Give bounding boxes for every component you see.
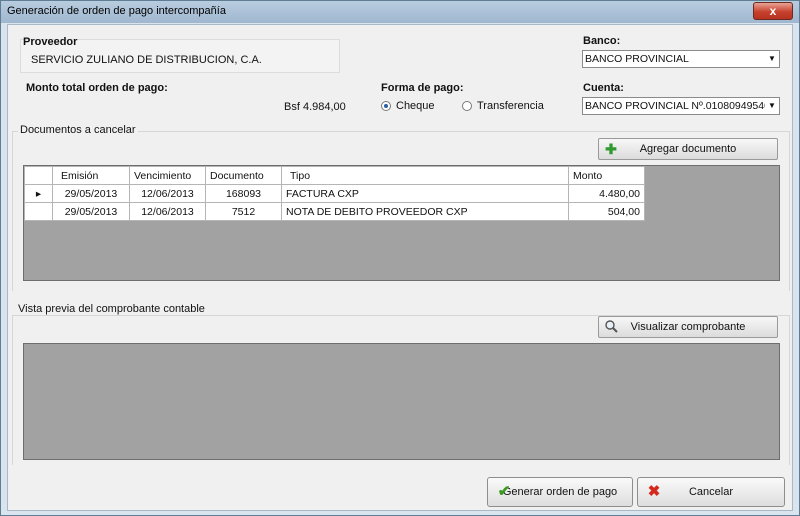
banco-select-value: BANCO PROVINCIAL bbox=[585, 53, 689, 65]
chevron-down-icon[interactable]: ▼ bbox=[765, 51, 779, 67]
vista-previa-group-label: Vista previa del comprobante contable bbox=[18, 303, 205, 315]
cell-tipo[interactable]: FACTURA CXP bbox=[281, 184, 569, 203]
monto-label: Monto total orden de pago: bbox=[26, 82, 168, 94]
cell-vencimiento[interactable]: 12/06/2013 bbox=[129, 184, 206, 203]
forma-pago-label: Forma de pago: bbox=[381, 82, 464, 94]
generate-order-label: Generar orden de pago bbox=[502, 486, 618, 498]
cell-tipo[interactable]: NOTA DE DEBITO PROVEEDOR CXP bbox=[281, 202, 569, 221]
banco-label: Banco: bbox=[583, 35, 621, 47]
radio-transferencia-label[interactable]: Transferencia bbox=[477, 100, 544, 112]
cuenta-select-value: BANCO PROVINCIAL Nº.0108094954010006 bbox=[585, 100, 780, 112]
banco-select[interactable]: BANCO PROVINCIAL ▼ bbox=[582, 50, 780, 68]
voucher-preview-area bbox=[23, 343, 780, 460]
title-bar: Generación de orden de pago intercompañí… bbox=[1, 1, 799, 23]
cell-vencimiento[interactable]: 12/06/2013 bbox=[129, 202, 206, 221]
dialog-body: Proveedor SERVICIO ZULIANO DE DISTRIBUCI… bbox=[7, 24, 793, 511]
radio-transferencia[interactable] bbox=[462, 101, 472, 111]
window-title: Generación de orden de pago intercompañí… bbox=[7, 5, 226, 17]
proveedor-value: SERVICIO ZULIANO DE DISTRIBUCION, C.A. bbox=[31, 54, 262, 66]
checkmark-icon: ✔ bbox=[497, 483, 511, 500]
radio-cheque-label[interactable]: Cheque bbox=[396, 100, 435, 112]
column-header-emision[interactable]: Emisión bbox=[52, 166, 130, 185]
cuenta-select[interactable]: BANCO PROVINCIAL Nº.0108094954010006 ▼ bbox=[582, 97, 780, 115]
magnifier-icon bbox=[603, 319, 619, 335]
x-icon: ✖ bbox=[647, 483, 661, 500]
view-voucher-label: Visualizar comprobante bbox=[630, 321, 746, 333]
documentos-group-label: Documentos a cancelar bbox=[18, 124, 138, 136]
chevron-down-icon[interactable]: ▼ bbox=[765, 98, 779, 114]
cancel-button[interactable]: ✖ Cancelar bbox=[637, 477, 785, 507]
row-selector-header bbox=[24, 166, 53, 185]
column-header-monto[interactable]: Monto bbox=[568, 166, 645, 185]
documents-grid[interactable]: Emisión Vencimiento Documento Tipo Monto… bbox=[23, 165, 780, 281]
cell-documento[interactable]: 7512 bbox=[205, 202, 282, 221]
documents-table: Emisión Vencimiento Documento Tipo Monto… bbox=[24, 166, 645, 221]
column-header-documento[interactable]: Documento bbox=[205, 166, 282, 185]
column-header-vencimiento[interactable]: Vencimiento bbox=[129, 166, 206, 185]
plus-icon: ✚ bbox=[605, 141, 617, 157]
view-voucher-button[interactable]: Visualizar comprobante bbox=[598, 316, 778, 338]
row-pointer-icon: ▸ bbox=[24, 184, 53, 203]
payment-order-window: Generación de orden de pago intercompañí… bbox=[0, 0, 800, 516]
radio-cheque[interactable] bbox=[381, 101, 391, 111]
close-button[interactable]: x bbox=[753, 2, 793, 20]
column-header-tipo[interactable]: Tipo bbox=[281, 166, 569, 185]
cuenta-label: Cuenta: bbox=[583, 82, 624, 94]
row-selector[interactable] bbox=[24, 202, 53, 221]
table-row[interactable]: ▸ 29/05/2013 12/06/2013 168093 FACTURA C… bbox=[24, 184, 645, 203]
monto-value: Bsf 4.984,00 bbox=[284, 101, 346, 113]
cell-emision[interactable]: 29/05/2013 bbox=[52, 184, 130, 203]
cell-monto[interactable]: 504,00 bbox=[568, 202, 645, 221]
cell-emision[interactable]: 29/05/2013 bbox=[52, 202, 130, 221]
generate-order-button[interactable]: ✔ Generar orden de pago bbox=[487, 477, 633, 507]
table-header-row: Emisión Vencimiento Documento Tipo Monto bbox=[24, 166, 645, 185]
cell-monto[interactable]: 4.480,00 bbox=[568, 184, 645, 203]
add-document-label: Agregar documento bbox=[639, 143, 737, 155]
proveedor-box: Proveedor SERVICIO ZULIANO DE DISTRIBUCI… bbox=[20, 36, 340, 73]
cell-documento[interactable]: 168093 bbox=[205, 184, 282, 203]
table-row[interactable]: 29/05/2013 12/06/2013 7512 NOTA DE DEBIT… bbox=[24, 202, 645, 221]
add-document-button[interactable]: ✚ Agregar documento bbox=[598, 138, 778, 160]
proveedor-label: Proveedor bbox=[23, 36, 78, 48]
cancel-label: Cancelar bbox=[688, 486, 734, 498]
